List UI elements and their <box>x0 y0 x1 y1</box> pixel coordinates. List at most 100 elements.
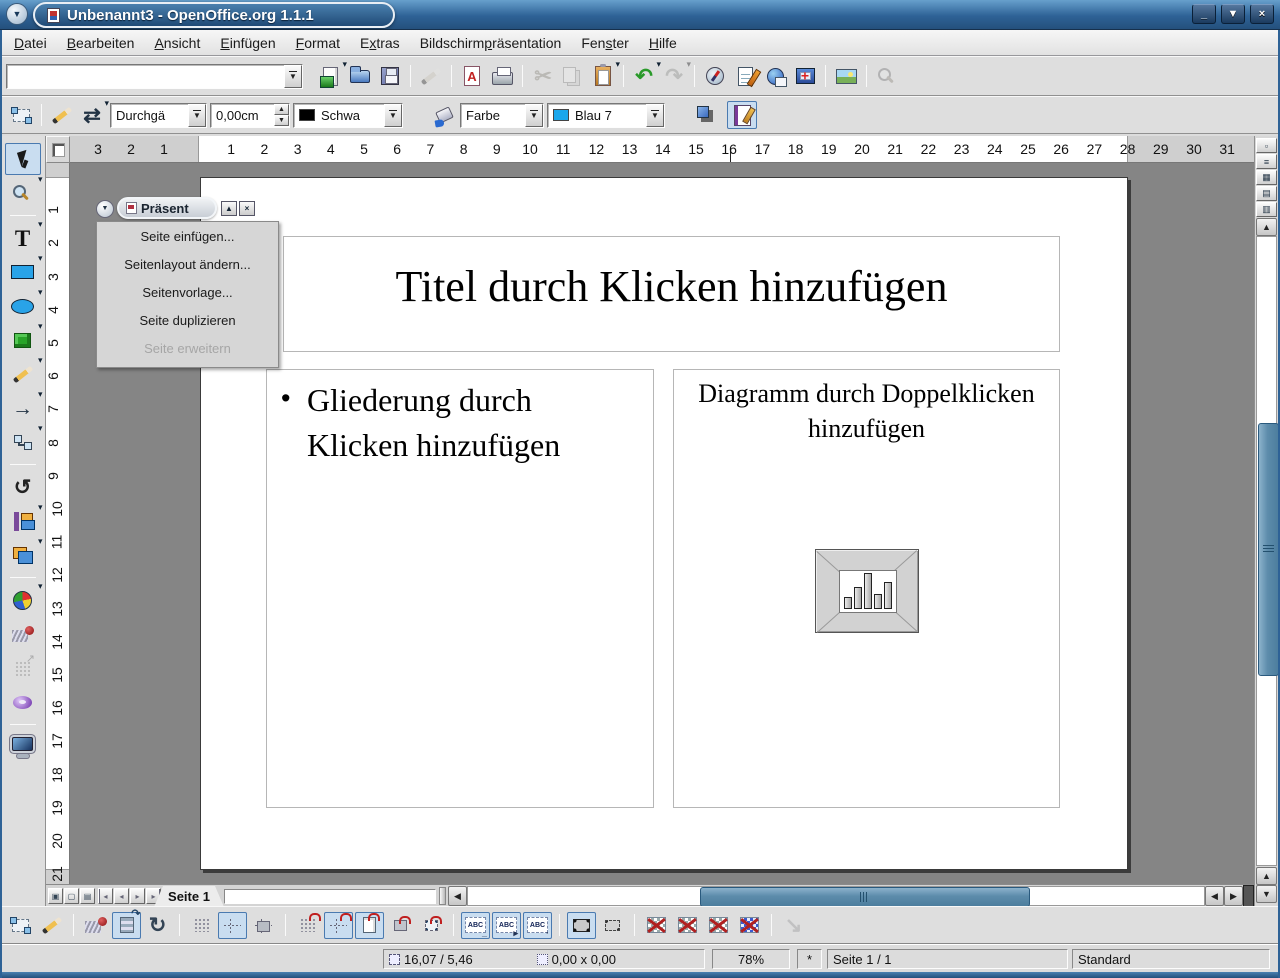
menu-bearbeiten[interactable]: Bearbeiten <box>57 32 145 54</box>
snap-to-points-toggle[interactable] <box>417 912 446 939</box>
export-pdf-icon[interactable] <box>457 62 487 90</box>
zoom-window-icon[interactable] <box>790 62 820 90</box>
quick-text-edit-toggle[interactable]: ABC <box>461 912 490 939</box>
page-tab[interactable]: Seite 1 <box>154 886 224 907</box>
chart-placeholder-icon[interactable] <box>815 549 919 633</box>
dropdown-arrow-icon[interactable]: ▾ <box>38 253 43 264</box>
select-text-area-toggle[interactable]: ABC <box>492 912 521 939</box>
text-placeholder-toggle[interactable] <box>704 912 733 939</box>
master-mode-button[interactable]: ▢ <box>64 888 79 904</box>
diagram-placeholder[interactable]: Diagramm durch Doppelklickenhinzufügen <box>673 369 1060 808</box>
shadow-icon[interactable] <box>691 101 721 129</box>
outline-placeholder[interactable]: • Gliederung durchKlicken hinzufügen <box>266 369 654 808</box>
effects-tool[interactable] <box>5 618 41 650</box>
horizontal-scrollbar[interactable]: ◀ ◀▶ <box>448 886 1243 906</box>
dropdown-arrow-icon[interactable]: ▾ <box>615 59 620 70</box>
insert-tool[interactable]: ▾ <box>5 584 41 616</box>
vertical-scroll-track[interactable] <box>1256 236 1277 866</box>
status-style-cell[interactable]: Standard <box>1072 949 1270 969</box>
save-document-icon[interactable] <box>375 62 405 90</box>
fill-type-combobox[interactable]: Farbe ▼ <box>460 103 544 128</box>
url-dropdown-button[interactable]: ▼ <box>284 65 302 88</box>
scroll-down-button[interactable]: ▼ <box>1256 885 1277 903</box>
previous-page-button[interactable]: ◂ <box>114 888 129 904</box>
scroll-up-button-2[interactable]: ▲ <box>1256 867 1277 885</box>
presentation-box-toggle[interactable] <box>727 101 757 129</box>
menu-einfgen[interactable]: Einfügen <box>210 32 285 54</box>
hyperlink-icon[interactable] <box>760 62 790 90</box>
palette-close-button[interactable]: × <box>239 201 255 216</box>
rectangle-tool[interactable]: ▾ <box>5 256 41 288</box>
dropdown-arrow-icon[interactable]: ▾ <box>104 98 109 109</box>
vertical-ruler[interactable]: 123456789101112131415161718192021 <box>46 163 70 884</box>
controller-3d-tool[interactable] <box>5 686 41 718</box>
dropdown-arrow-icon[interactable]: ▾ <box>38 581 43 592</box>
paste-icon[interactable]: ▾ <box>588 62 618 90</box>
edit-points-icon[interactable] <box>6 101 36 129</box>
menu-format[interactable]: Format <box>286 32 350 54</box>
slides-view-button[interactable]: ▦ <box>1256 170 1277 185</box>
presentation-palette[interactable]: ▼ Präsent ▲× Seite einfügen...Seitenlayo… <box>96 195 279 368</box>
scroll-left-button-2[interactable]: ◀ <box>1205 886 1224 906</box>
curve-tool[interactable]: ▾ <box>5 358 41 390</box>
palette-item-seite-einf-gen[interactable]: Seite einfügen... <box>97 222 278 250</box>
menu-fenster[interactable]: Fenster <box>571 32 638 54</box>
ellipse-tool[interactable]: ▾ <box>5 290 41 322</box>
rotate-tool[interactable]: ↺ <box>5 471 41 503</box>
contour-mode-toggle[interactable] <box>673 912 702 939</box>
status-zoom-cell[interactable]: 78% <box>712 949 790 969</box>
line-color-combobox[interactable]: Schwa ▼ <box>293 103 403 128</box>
zoom-tool[interactable]: ▾ <box>5 177 41 209</box>
dropdown-arrow-icon[interactable]: ▾ <box>38 423 43 434</box>
gallery-icon[interactable] <box>831 62 861 90</box>
titlebar[interactable]: ▼ Unbenannt3 - OpenOffice.org 1.1.1 _▼× <box>0 0 1280 30</box>
ruler-origin-box[interactable] <box>46 136 70 163</box>
palette-item-seitenvorlage[interactable]: Seitenvorlage... <box>97 278 278 306</box>
modify-object-attributes-toggle[interactable] <box>567 912 596 939</box>
new-document-icon[interactable]: ▾ <box>315 62 345 90</box>
guides-to-front-toggle[interactable] <box>249 912 278 939</box>
scroll-left-button[interactable]: ◀ <box>448 886 467 906</box>
first-page-button[interactable]: ◂ <box>98 888 113 904</box>
title-placeholder[interactable]: Titel durch Klicken hinzufügen <box>283 236 1060 352</box>
fill-color-combobox[interactable]: Blau 7 ▼ <box>547 103 665 128</box>
fill-type-dropdown-button[interactable]: ▼ <box>525 104 543 127</box>
edit-points-toggle[interactable] <box>6 912 35 939</box>
line-contour-only-toggle[interactable] <box>735 912 764 939</box>
area-style-icon[interactable] <box>427 101 457 129</box>
dropdown-arrow-icon[interactable]: ▾ <box>38 287 43 298</box>
tab-scrollbar-splitter[interactable] <box>439 887 446 905</box>
url-combobox[interactable]: ▼ <box>6 64 303 89</box>
line-color-dropdown-button[interactable]: ▼ <box>384 104 402 127</box>
palette-titlebar[interactable]: ▼ Präsent ▲× <box>96 195 279 221</box>
palette-menu-button[interactable]: ▼ <box>96 200 114 218</box>
arrow-ends-icon[interactable]: ⇄▾ <box>77 101 107 129</box>
snap-to-guides-toggle[interactable] <box>324 912 353 939</box>
slide-page[interactable]: Titel durch Klicken hinzufügen • Glieder… <box>200 177 1128 870</box>
handout-view-button[interactable]: ▥ <box>1256 202 1277 217</box>
dropdown-arrow-icon[interactable]: ▾ <box>38 502 43 513</box>
alignment-tool[interactable]: ▾ <box>5 505 41 537</box>
show-guides-toggle[interactable] <box>218 912 247 939</box>
outline-view-button[interactable]: ≡ <box>1256 154 1277 169</box>
vertical-scrollbar[interactable]: ▫≡▦▤▥ ▲ ▲▼ <box>1254 136 1278 906</box>
objects-3d-tool[interactable]: ▾ <box>5 324 41 356</box>
scroll-up-button[interactable]: ▲ <box>1256 218 1277 236</box>
dropdown-arrow-icon[interactable]: ▾ <box>38 219 43 230</box>
maximize-button[interactable]: ▼ <box>1221 4 1245 24</box>
menu-datei[interactable]: Datei <box>4 32 57 54</box>
line-width-spin-buttons[interactable]: ▲▼ <box>274 104 289 126</box>
fill-color-dropdown-button[interactable]: ▼ <box>646 104 664 127</box>
minimize-button[interactable]: _ <box>1192 4 1216 24</box>
line-icon[interactable] <box>47 101 77 129</box>
line-style-combobox[interactable]: Durchgä ▼ <box>110 103 207 128</box>
picture-placeholder-toggle[interactable] <box>642 912 671 939</box>
dropdown-arrow-icon[interactable]: ▾ <box>38 174 43 185</box>
open-file-icon[interactable] <box>345 62 375 90</box>
navigator-icon[interactable] <box>700 62 730 90</box>
menu-extras[interactable]: Extras <box>350 32 410 54</box>
palette-shade-button[interactable]: ▲ <box>221 201 237 216</box>
notes-view-button[interactable]: ▤ <box>1256 186 1277 201</box>
select-tool[interactable] <box>5 143 41 175</box>
horizontal-scroll-track[interactable] <box>467 886 1205 906</box>
